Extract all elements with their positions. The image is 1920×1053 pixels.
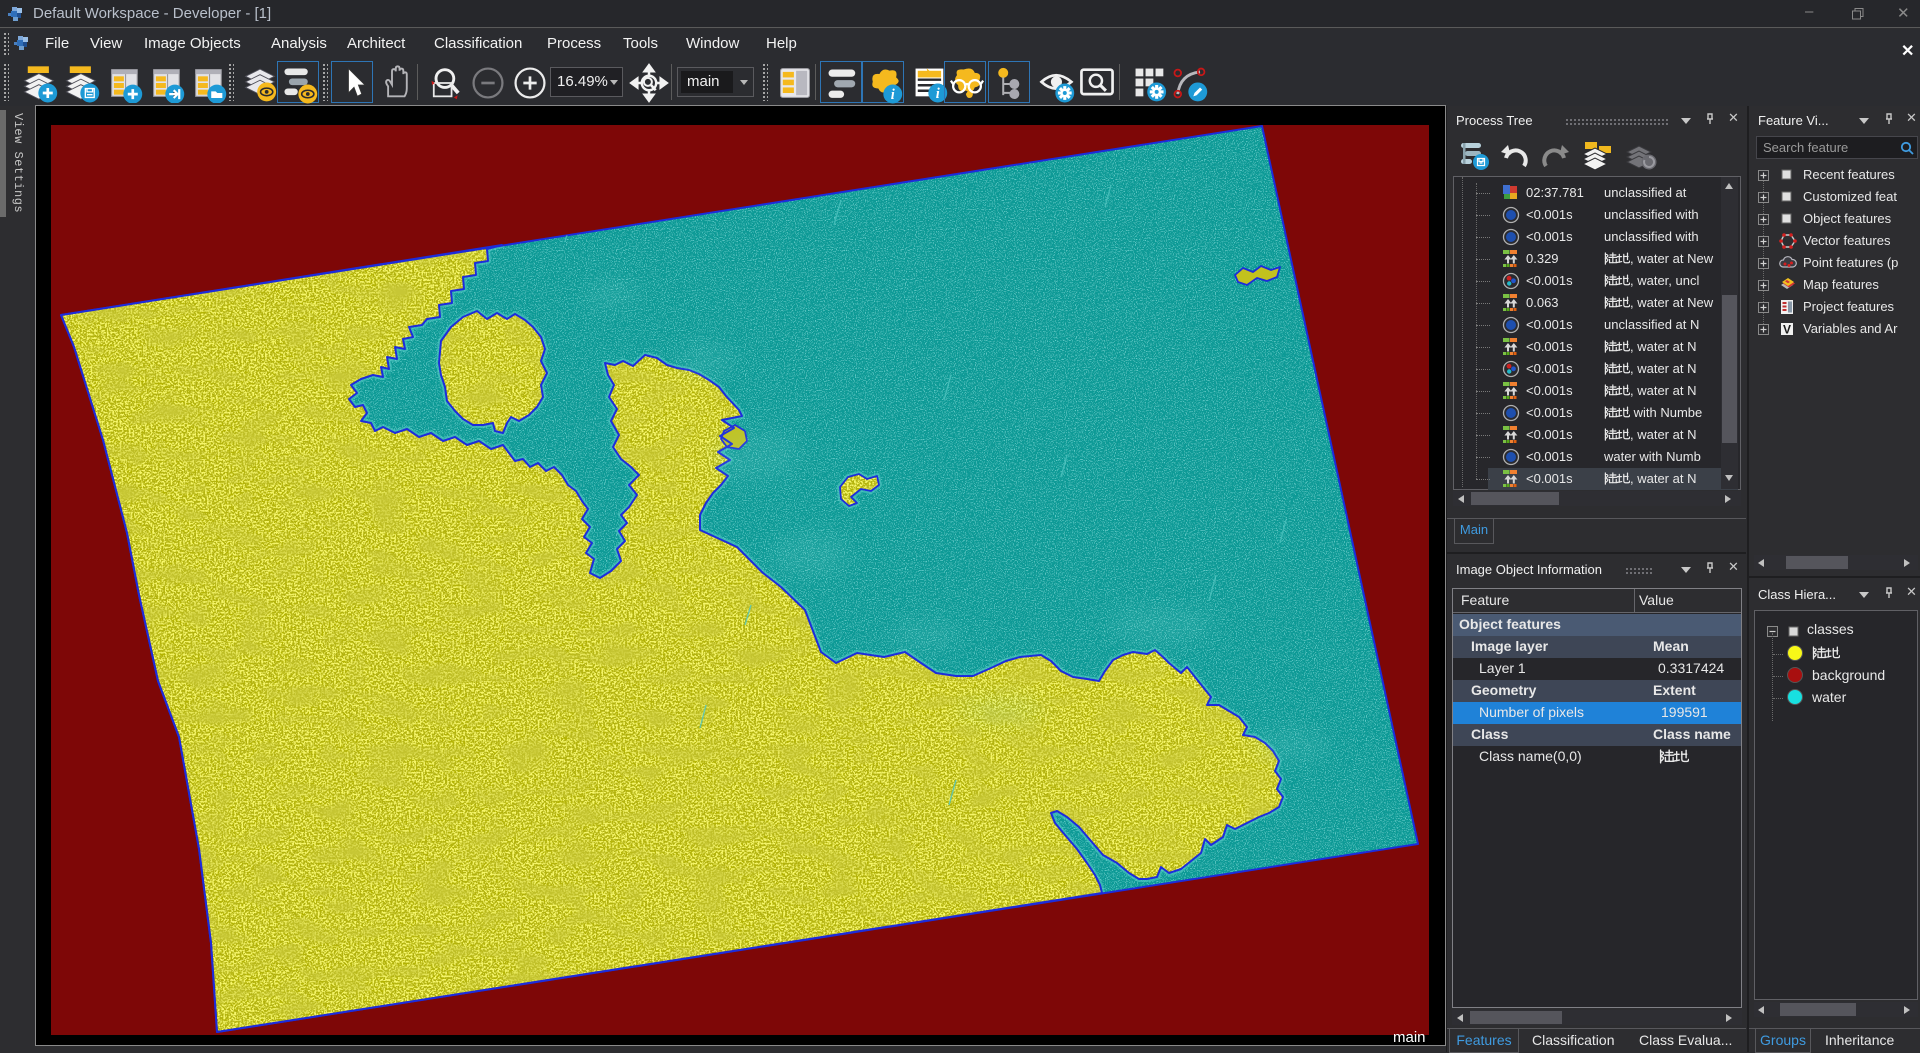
svg-text:V: V [1783,323,1791,337]
svg-text:i: i [891,87,895,103]
svg-text:i: i [936,86,940,102]
